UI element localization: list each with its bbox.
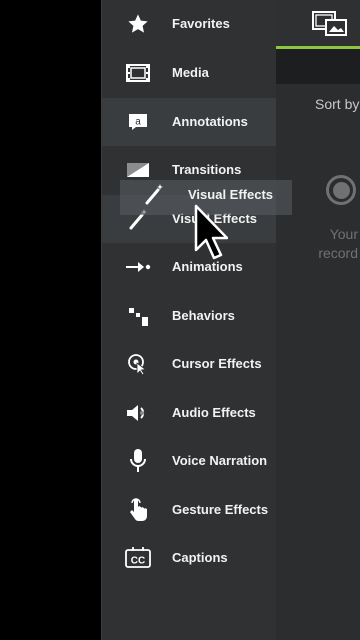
sidebar-item-label: Behaviors [172,308,235,323]
magic-wand-icon [142,182,168,208]
sidebar-item-label: Gesture Effects [172,502,269,517]
record-icon[interactable] [326,175,356,205]
sidebar-item-media[interactable]: Media [102,49,277,97]
sidebar-item-label: Media [172,65,209,80]
sidebar-item-annotations[interactable]: a Annotations [102,98,277,146]
sidebar-item-label: Captions [172,550,228,565]
panel-divider [276,49,360,84]
sidebar-item-favorites[interactable]: Favorites [102,0,277,48]
behaviors-icon [124,302,152,330]
sort-by-label[interactable]: Sort by [315,96,359,112]
empty-hint-line-1: Your [329,226,358,242]
sidebar-item-animations[interactable]: Animations [102,243,277,291]
media-bin-panel [276,84,360,640]
hand-gesture-icon [124,496,152,524]
sidebar-item-gesture-effects[interactable]: Gesture Effects [102,486,277,534]
annotation-icon: a [124,108,152,136]
media-bin-icon [312,11,348,42]
sidebar-item-behaviors[interactable]: Behaviors [102,292,277,340]
cursor-effects-icon [124,350,152,378]
effects-sidebar: Favorites Media a Annotations Transition… [101,0,277,640]
mouse-pointer-icon [194,204,229,264]
animation-arrow-icon [124,253,152,281]
microphone-icon [124,447,152,475]
sidebar-item-label: Cursor Effects [172,356,262,371]
sidebar-item-label: Favorites [172,16,230,31]
captions-icon: CC [124,544,152,572]
svg-text:CC: CC [131,556,145,567]
sidebar-item-label: Annotations [172,114,248,129]
sidebar-item-label: Voice Narration [172,453,268,468]
sidebar-item-label: Audio Effects [172,405,256,420]
sidebar-item-voice-narration[interactable]: Voice Narration [102,437,277,485]
svg-text:a: a [135,117,141,128]
speaker-icon [124,399,152,427]
star-icon [124,10,152,38]
sidebar-item-captions[interactable]: CC Captions [102,534,277,582]
sidebar-item-audio-effects[interactable]: Audio Effects [102,389,277,437]
tab-media-bin[interactable] [276,0,360,49]
empty-hint-line-2: record [318,245,358,261]
sidebar-item-cursor-effects[interactable]: Cursor Effects [102,340,277,388]
film-icon [124,59,152,87]
